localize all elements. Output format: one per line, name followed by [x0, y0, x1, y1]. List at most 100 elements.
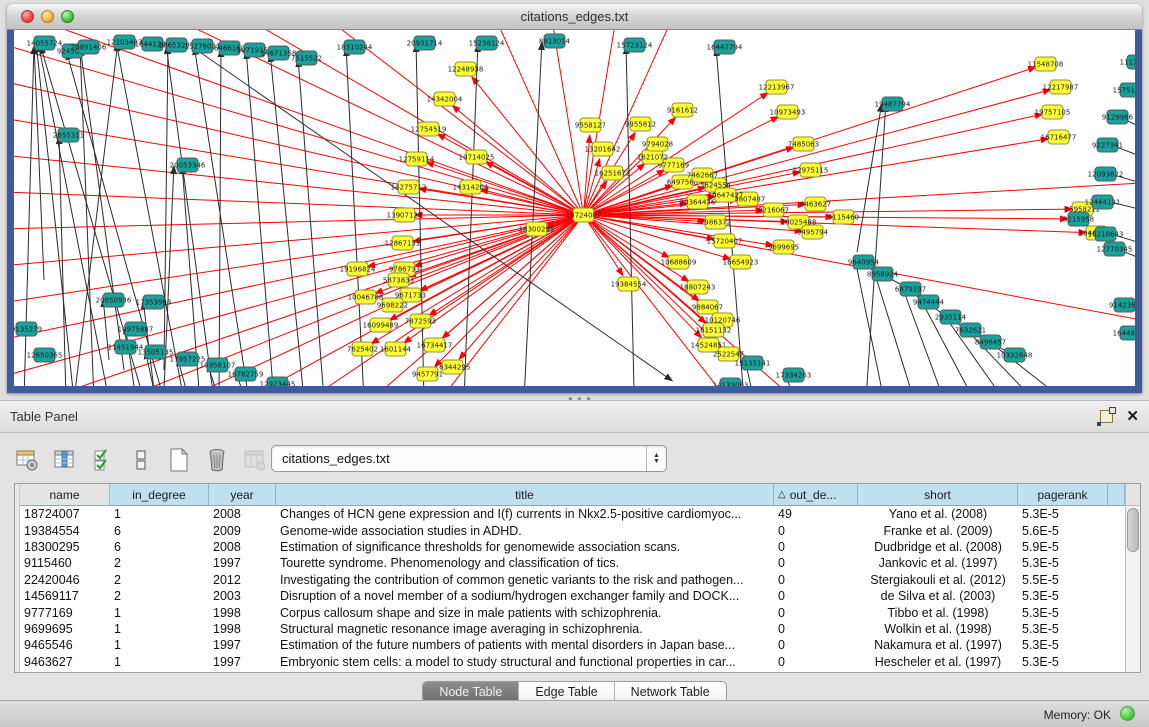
- network-window: citations_edges.txt 18724007122489381434…: [7, 4, 1142, 393]
- cell-year: 2009: [209, 524, 276, 538]
- svg-text:10688609: 10688609: [661, 259, 697, 267]
- cell-out_degree: 49: [774, 507, 858, 521]
- table-columns-icon[interactable]: [52, 447, 78, 473]
- cell-in_degree: 1: [110, 622, 209, 636]
- cell-year: 1997: [209, 556, 276, 570]
- svg-text:9794028: 9794028: [642, 141, 673, 149]
- vertical-scrollbar[interactable]: [1125, 484, 1140, 672]
- cell-title: Structural magnetic resonance image aver…: [276, 622, 774, 636]
- table-row[interactable]: 1938455462009Genome-wide association stu…: [20, 522, 1125, 538]
- cell-pagerank: 5.5E-5: [1018, 573, 1108, 587]
- window-title: citations_edges.txt: [7, 9, 1142, 24]
- svg-text:10973493: 10973493: [770, 109, 806, 117]
- svg-text:8958924: 8958924: [867, 271, 899, 279]
- table-row[interactable]: 2242004622012Investigating the contribut…: [20, 572, 1125, 588]
- cell-short: Yano et al. (2008): [858, 507, 1018, 521]
- cell-in_degree: 6: [110, 540, 209, 554]
- cell-short: Tibbo et al. (1998): [858, 606, 1018, 620]
- svg-text:9129966: 9129966: [1102, 114, 1134, 122]
- svg-text:11548708: 11548708: [1028, 61, 1064, 69]
- column-header-pagerank[interactable]: pagerank: [1018, 484, 1108, 506]
- column-header-in_degree[interactable]: in_degree: [110, 484, 209, 506]
- cell-year: 2008: [209, 540, 276, 554]
- svg-text:9558127: 9558127: [575, 122, 606, 130]
- table-row[interactable]: 1830029562008Estimation of significance …: [20, 539, 1125, 555]
- svg-text:18300295: 18300295: [519, 226, 555, 234]
- new-table-icon[interactable]: [166, 447, 192, 473]
- citation-network-graph: 1872400712248938143420041275451912759114…: [14, 30, 1135, 386]
- memory-status-label: Memory: OK: [1044, 708, 1111, 722]
- tab-node-table[interactable]: Node Table: [423, 682, 518, 702]
- svg-text:16210643: 16210643: [1088, 231, 1124, 239]
- cell-in_degree: 6: [110, 524, 209, 538]
- svg-text:17334263: 17334263: [776, 372, 812, 380]
- pane-splitter[interactable]: ● ● ●: [0, 393, 1149, 400]
- window-titlebar[interactable]: citations_edges.txt: [7, 4, 1142, 30]
- column-header-year[interactable]: year: [209, 484, 276, 506]
- cell-year: 1998: [209, 606, 276, 620]
- table-settings-icon[interactable]: [14, 447, 40, 473]
- column-header-short[interactable]: short: [858, 484, 1018, 506]
- cell-pagerank: 5.3E-5: [1018, 638, 1108, 652]
- svg-text:10714025: 10714025: [459, 154, 495, 162]
- svg-text:18724007: 18724007: [566, 212, 602, 220]
- cell-in_degree: 2: [110, 556, 209, 570]
- cell-short: Jankovic et al. (1997): [858, 556, 1018, 570]
- svg-text:9227341: 9227341: [1092, 142, 1123, 150]
- table-grid: namein_degreeyeartitle△out_de...shortpag…: [20, 484, 1125, 672]
- tab-network-table[interactable]: Network Table: [614, 682, 726, 702]
- cell-pagerank: 5.3E-5: [1018, 556, 1108, 570]
- column-header-name[interactable]: name: [20, 484, 110, 506]
- svg-text:16099489: 16099489: [363, 322, 399, 330]
- scrollbar-thumb[interactable]: [1127, 508, 1139, 552]
- cell-title: Embryonic stem cells: a model to study s…: [276, 655, 774, 669]
- svg-text:18310244: 18310244: [337, 44, 373, 52]
- float-panel-icon[interactable]: [1100, 410, 1113, 423]
- table-row[interactable]: 1872400712008Changes of HCN gene express…: [20, 506, 1125, 522]
- table-row[interactable]: 1456911722003Disruption of a novel membe…: [20, 588, 1125, 604]
- svg-text:13505135: 13505135: [138, 349, 174, 357]
- svg-text:9135279: 9135279: [14, 326, 42, 334]
- cell-short: Franke et al. (2009): [858, 524, 1018, 538]
- close-panel-icon[interactable]: ✕: [1126, 407, 1139, 425]
- svg-text:14275712: 14275712: [391, 184, 427, 192]
- select-rows-icon[interactable]: [90, 447, 116, 473]
- svg-text:6879197: 6879197: [895, 286, 926, 294]
- svg-text:2522547: 2522547: [713, 351, 744, 359]
- column-header-_fill[interactable]: [1108, 484, 1125, 506]
- svg-text:9161612: 9161612: [667, 107, 698, 115]
- table-row[interactable]: 977716911998Corpus callosum shape and si…: [20, 604, 1125, 620]
- svg-text:12217987: 12217987: [1043, 84, 1079, 92]
- cell-out_degree: 0: [774, 638, 858, 652]
- delete-table-icon[interactable]: [204, 447, 230, 473]
- table-row[interactable]: 911546021997Tourette syndrome. Phenomeno…: [20, 555, 1125, 571]
- svg-text:9474444: 9474444: [913, 299, 945, 307]
- cell-name: 9699695: [20, 622, 110, 636]
- memory-status-icon: [1120, 706, 1135, 721]
- column-header-out_degree[interactable]: △out_de...: [774, 484, 858, 506]
- network-graph-canvas[interactable]: 1872400712248938143420041275451912759114…: [14, 30, 1135, 386]
- svg-text:16716477: 16716477: [1041, 134, 1077, 142]
- cell-short: Dudbridge et al. (2008): [858, 540, 1018, 554]
- table-row[interactable]: 969969511998Structural magnetic resonanc…: [20, 621, 1125, 637]
- cell-title: Changes of HCN gene expression and I(f) …: [276, 507, 774, 521]
- svg-text:19487794: 19487794: [875, 101, 911, 109]
- svg-text:9955812: 9955812: [625, 121, 656, 129]
- stacked-cells-icon[interactable]: [128, 447, 154, 473]
- table-row[interactable]: 946362711997Embryonic stem cells: a mode…: [20, 654, 1125, 670]
- svg-text:14133063: 14133063: [713, 382, 749, 387]
- svg-text:20053346: 20053346: [170, 162, 206, 170]
- cell-pagerank: 5.9E-5: [1018, 540, 1108, 554]
- column-header-title[interactable]: title: [276, 484, 774, 506]
- cell-title: Estimation of the future numbers of pati…: [276, 638, 774, 652]
- svg-text:7986372: 7986372: [700, 219, 731, 227]
- import-table-disabled-icon: [242, 447, 268, 473]
- tab-edge-table[interactable]: Edge Table: [518, 682, 613, 702]
- svg-text:12093822: 12093822: [1088, 171, 1124, 179]
- cell-name: 9465546: [20, 638, 110, 652]
- cell-pagerank: 5.3E-5: [1018, 589, 1108, 603]
- cell-out_degree: 0: [774, 589, 858, 603]
- table-selector-dropdown[interactable]: citations_edges.txt ▲▼: [271, 445, 667, 472]
- svg-text:8813014: 8813014: [539, 38, 571, 46]
- table-row[interactable]: 946554611997Estimation of the future num…: [20, 637, 1125, 653]
